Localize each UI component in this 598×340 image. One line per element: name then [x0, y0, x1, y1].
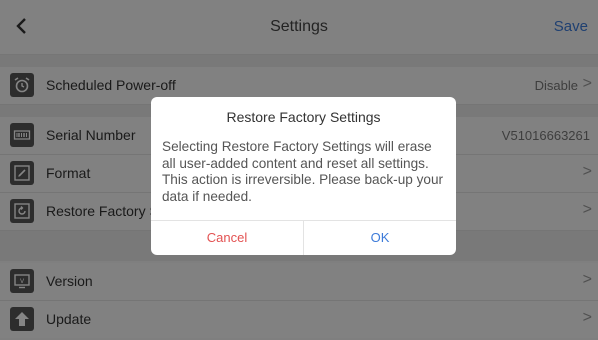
restore-factory-dialog: Restore Factory Settings Selecting Resto…: [151, 97, 456, 255]
dialog-button-bar: Cancel OK: [151, 220, 456, 255]
ok-button[interactable]: OK: [303, 221, 456, 255]
dialog-message: Selecting Restore Factory Settings will …: [162, 139, 444, 204]
cancel-button[interactable]: Cancel: [151, 221, 303, 255]
dialog-title: Restore Factory Settings: [226, 109, 381, 125]
